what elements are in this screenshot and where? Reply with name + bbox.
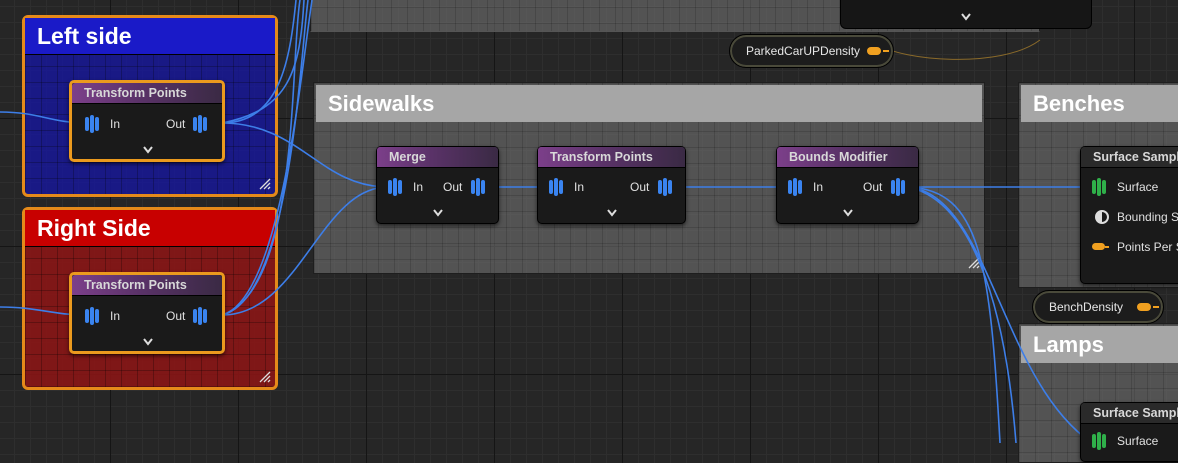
comment-title: Sidewalks [316,85,982,122]
variable-bench-density[interactable]: BenchDensity [1032,290,1164,324]
comment-title: Right Side [25,210,275,247]
point-data-output-pin-icon[interactable] [192,114,210,134]
node-title: Surface Sampl [1081,403,1178,424]
node-bounds-modifier[interactable]: Bounds Modifier In Out [776,146,919,224]
node-title: Transform Points [72,83,222,104]
variable-label: ParkedCarUPDensity [746,44,861,58]
pin-label-points-per: Points Per S [1117,240,1178,254]
surface-input-pin-icon[interactable] [1091,177,1109,197]
chevron-down-icon[interactable] [961,13,971,21]
comment-title: Benches [1021,85,1178,122]
point-data-output-pin-icon[interactable] [470,177,488,197]
bounding-shape-input-pin-icon[interactable] [1093,207,1111,227]
pin-label-surface: Surface [1117,434,1159,448]
point-data-output-pin-icon[interactable] [192,306,210,326]
resize-grip-icon[interactable] [968,257,980,269]
pin-label-out: Out [166,117,186,131]
resize-grip-icon[interactable] [259,178,271,190]
chevron-down-icon[interactable] [143,338,153,346]
variable-label: BenchDensity [1049,300,1124,314]
node-sidewalk-transform-points[interactable]: Transform Points In Out [537,146,686,224]
pin-label-out: Out [166,309,186,323]
float-input-pin-icon[interactable] [1091,237,1109,257]
node-title: Surface Sampl [1081,147,1178,168]
node-bench-surface-sampler[interactable]: Surface Sampl Surface Bounding S Points … [1080,146,1178,284]
chevron-down-icon[interactable] [843,209,853,217]
point-data-input-pin-icon[interactable] [84,306,102,326]
resize-grip-icon[interactable] [259,371,271,383]
pin-label-out: Out [863,180,883,194]
node-merge[interactable]: Merge In Out [376,146,499,224]
pin-label-in: In [413,180,424,194]
chevron-down-icon[interactable] [433,209,443,217]
pin-label-out: Out [630,180,650,194]
variable-parked-car-density[interactable]: ParkedCarUPDensity [729,34,894,68]
point-data-input-pin-icon[interactable] [548,177,566,197]
float-output-pin-icon[interactable] [867,47,889,55]
node-title: Transform Points [538,147,685,168]
node-right-transform-points[interactable]: Transform Points In Out [69,272,225,354]
node-title: Transform Points [72,275,222,296]
point-data-input-pin-icon[interactable] [787,177,805,197]
point-data-input-pin-icon[interactable] [387,177,405,197]
comment-title: Lamps [1021,326,1178,363]
point-data-output-pin-icon[interactable] [890,177,908,197]
pin-label-surface: Surface [1117,180,1159,194]
node-left-transform-points[interactable]: Transform Points In Out [69,80,225,162]
pin-label-bounding: Bounding S [1117,210,1178,224]
float-output-pin-icon[interactable] [1137,303,1159,311]
pin-label-in: In [813,180,824,194]
surface-input-pin-icon[interactable] [1091,431,1109,451]
point-data-output-pin-icon[interactable] [657,177,675,197]
comment-title: Left side [25,18,275,55]
node-title: Merge [377,147,498,168]
pin-label-out: Out [443,180,463,194]
pin-label-in: In [110,117,121,131]
chevron-down-icon[interactable] [607,209,617,217]
pin-label-in: In [574,180,585,194]
point-data-input-pin-icon[interactable] [84,114,102,134]
chevron-down-icon[interactable] [143,146,153,154]
pin-label-in: In [110,309,121,323]
node-top-partial[interactable] [840,0,1092,29]
node-lamps-surface-sampler[interactable]: Surface Sampl Surface [1080,402,1178,462]
node-title: Bounds Modifier [777,147,918,168]
